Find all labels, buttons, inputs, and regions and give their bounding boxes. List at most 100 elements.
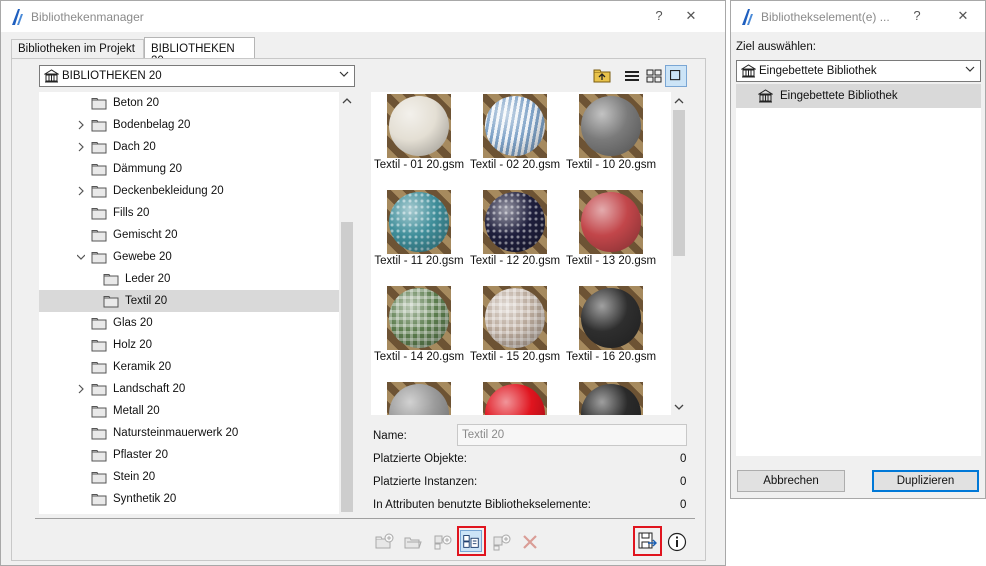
list-item-label: Eingebettete Bibliothek [780, 90, 898, 102]
folder-icon [91, 98, 107, 110]
side-help-button[interactable]: ? [907, 7, 927, 25]
tree-item[interactable]: Dämmung 20 [39, 158, 339, 180]
tree-item[interactable]: Synthetik 20 [39, 488, 339, 510]
folder-icon [91, 164, 107, 176]
placed-objects-label: Platzierte Objekte: [373, 453, 467, 465]
object-thumbnail[interactable]: Textil - 13 20.gsm [563, 188, 659, 280]
tree-item[interactable]: Fills 20 [39, 202, 339, 224]
save-to-library-icon[interactable] [636, 530, 658, 552]
list-item[interactable]: Eingebettete Bibliothek [736, 84, 981, 108]
target-select[interactable]: Eingebettete Bibliothek [736, 60, 981, 82]
object-thumbnail[interactable]: Textil - 11 20.gsm [371, 188, 467, 280]
object-label: Textil - 01 20.gsm [373, 159, 465, 171]
side-close-button[interactable]: ✕ [953, 7, 973, 25]
object-thumbnail[interactable]: Textil - 16 20.gsm [563, 284, 659, 376]
object-label: Textil - 14 20.gsm [373, 351, 465, 363]
object-thumbnail[interactable]: Textil - 02 20.gsm [467, 92, 563, 184]
tree-item[interactable]: Stein 20 [39, 466, 339, 488]
object-thumbnail[interactable]: Textil - 01 20.gsm [371, 92, 467, 184]
tree-item[interactable]: Keramik 20 [39, 356, 339, 378]
tree-scroll-thumb[interactable] [341, 222, 353, 512]
duplicate-button[interactable]: Duplizieren [872, 470, 979, 492]
object-thumbnail[interactable] [563, 380, 659, 415]
chevron-down-icon[interactable] [77, 252, 85, 262]
name-field[interactable]: Textil 20 [457, 424, 687, 446]
tree-item[interactable]: Metall 20 [39, 400, 339, 422]
tree-item-label: Landschaft 20 [113, 383, 186, 395]
object-thumbnail[interactable]: Textil - 15 20.gsm [467, 284, 563, 376]
tree-scrollbar[interactable] [339, 92, 355, 514]
tree-item-label: Holz 20 [113, 339, 152, 351]
material-preview [387, 94, 451, 158]
side-window-title: Bibliothekselement(e) ... [761, 10, 890, 24]
side-title-bar: Bibliothekselement(e) ... ? ✕ [731, 1, 985, 32]
chevron-right-icon[interactable] [77, 120, 85, 130]
open-folder-icon[interactable] [402, 531, 424, 553]
chevron-right-icon[interactable] [77, 142, 85, 152]
tree-item[interactable]: Holz 20 [39, 334, 339, 356]
delete-icon[interactable] [519, 531, 541, 553]
tree-item[interactable]: Natursteinmauerwerk 20 [39, 422, 339, 444]
material-preview [579, 286, 643, 350]
add-subfolder-icon[interactable] [490, 531, 512, 553]
object-thumbnail[interactable]: Textil - 14 20.gsm [371, 284, 467, 376]
tree-item[interactable]: Gemischt 20 [39, 224, 339, 246]
name-label: Name: [373, 430, 407, 442]
tab-bibliotheken-20[interactable]: BIBLIOTHEKEN 20 [144, 37, 255, 67]
object-thumbnail[interactable] [467, 380, 563, 415]
archicad-logo-icon [742, 9, 753, 25]
folder-icon [91, 252, 107, 264]
folder-icon [91, 186, 107, 198]
help-button[interactable]: ? [649, 7, 669, 25]
cancel-button[interactable]: Abbrechen [737, 470, 845, 492]
object-thumbnail[interactable]: Textil - 12 20.gsm [467, 188, 563, 280]
tree-item-label: Beton 20 [113, 97, 160, 109]
duplicate-objects-icon[interactable] [460, 530, 482, 552]
tree-item[interactable]: Landschaft 20 [39, 378, 339, 400]
list-view-icon[interactable] [621, 65, 643, 87]
tree-item[interactable]: Gewebe 20 [39, 246, 339, 268]
tree-item[interactable]: Bodenbelag 20 [39, 114, 339, 136]
scroll-up-icon[interactable] [674, 97, 684, 105]
folder-icon [103, 296, 119, 308]
new-folder-icon[interactable] [373, 531, 395, 553]
object-thumbnail[interactable] [371, 380, 467, 415]
grid-scroll-thumb[interactable] [673, 110, 685, 256]
tab-project-libraries[interactable]: Bibliotheken im Projekt [11, 39, 144, 59]
add-object-icon[interactable] [431, 531, 453, 553]
attr-used-label: In Attributen benutzte Bibliothekselemen… [373, 499, 592, 511]
library-select[interactable]: BIBLIOTHEKEN 20 [39, 65, 355, 87]
material-preview [579, 94, 643, 158]
placed-instances-label: Platzierte Instanzen: [373, 476, 478, 488]
tree-item[interactable]: Leder 20 [39, 268, 339, 290]
tree-item-label: Gewebe 20 [113, 251, 172, 263]
tree-item[interactable]: Pflaster 20 [39, 444, 339, 466]
material-sphere [389, 192, 449, 252]
info-icon[interactable] [666, 531, 688, 553]
tree-item-label: Fills 20 [113, 207, 150, 219]
material-preview [579, 190, 643, 254]
folder-up-icon[interactable] [591, 65, 613, 87]
scroll-up-icon[interactable] [342, 97, 352, 105]
object-label: Textil - 11 20.gsm [374, 255, 464, 267]
tree-item[interactable]: Textil 20 [39, 290, 339, 312]
object-thumbnail[interactable]: Textil - 10 20.gsm [563, 92, 659, 184]
tree-item[interactable]: Glas 20 [39, 312, 339, 334]
scroll-down-icon[interactable] [674, 403, 684, 411]
tree-item[interactable]: Dach 20 [39, 136, 339, 158]
folder-icon [91, 362, 107, 374]
material-sphere [389, 288, 449, 348]
tree-item[interactable]: Deckenbekleidung 20 [39, 180, 339, 202]
folder-icon [91, 450, 107, 462]
chevron-right-icon[interactable] [77, 186, 85, 196]
target-label: Ziel auswählen: [736, 41, 816, 53]
grid-scrollbar[interactable] [671, 92, 687, 415]
close-button[interactable]: ✕ [681, 7, 701, 25]
material-preview [483, 190, 547, 254]
grid-view-icon[interactable] [643, 65, 665, 87]
material-sphere [389, 384, 449, 415]
tree-item-label: Dämmung 20 [113, 163, 183, 175]
chevron-right-icon[interactable] [77, 384, 85, 394]
large-view-icon[interactable] [665, 65, 687, 87]
tree-item[interactable]: Beton 20 [39, 92, 339, 114]
